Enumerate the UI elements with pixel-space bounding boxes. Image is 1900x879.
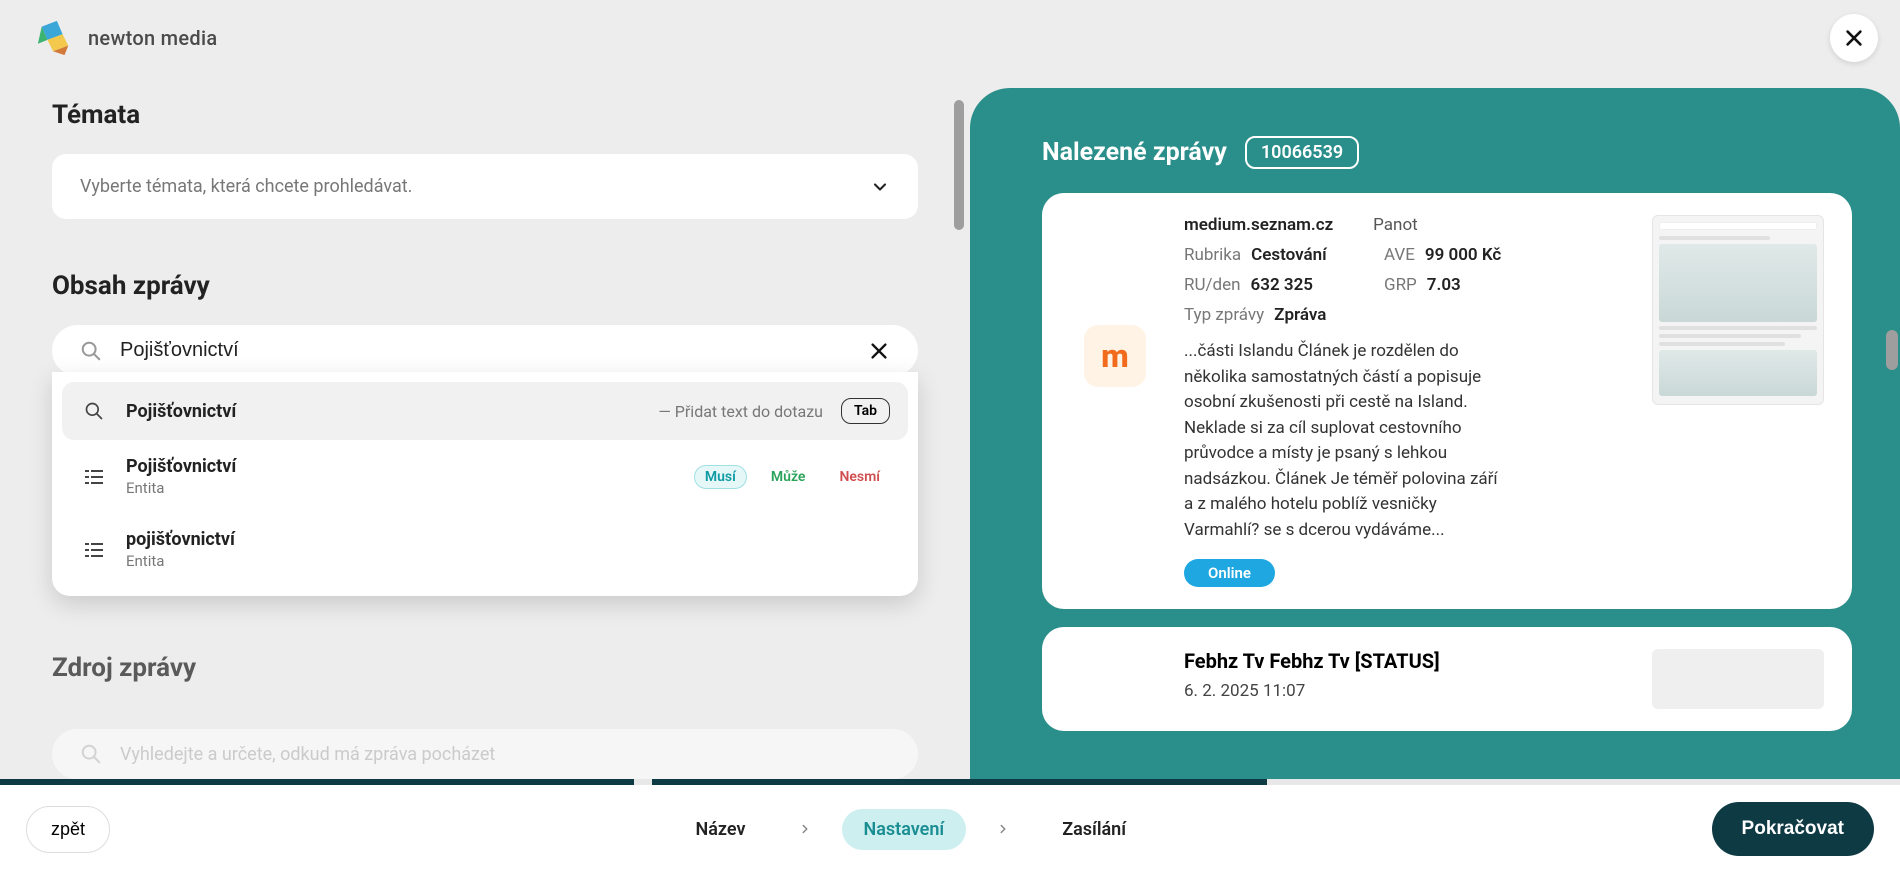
search-icon — [80, 340, 102, 362]
clear-icon[interactable] — [868, 340, 890, 362]
meta-value: 632 325 — [1251, 275, 1314, 295]
dropdown-query-row[interactable]: Pojišťovnictví — Přidat text do dotazu T… — [62, 382, 908, 440]
dropdown-query-title: Pojišťovnictví — [126, 401, 640, 422]
topics-select[interactable]: Vyberte témata, která chcete prohledávat… — [52, 154, 918, 219]
result-source: medium.seznam.cz — [1184, 215, 1333, 235]
result-thumbnail — [1652, 215, 1824, 405]
meta-value: Cestování — [1251, 245, 1327, 265]
source-search[interactable]: Vyhledejte a určete, odkud má zpráva poc… — [52, 729, 918, 779]
brand: newton media — [36, 19, 217, 57]
results-count: 10066539 — [1245, 136, 1359, 169]
topics-placeholder: Vyberte témata, která chcete prohledávat… — [80, 176, 412, 197]
step-settings[interactable]: Nastavení — [842, 809, 967, 850]
source-badge-icon: m — [1084, 325, 1146, 387]
brand-logo-icon — [36, 19, 74, 57]
results-header: Nalezené zprávy 10066539 — [1042, 136, 1852, 169]
result-source-logo: m — [1070, 215, 1160, 587]
entity-tags: Musí Může Nesmí — [694, 465, 890, 489]
result-body: Febhz Tv Febhz Tv [STATUS] 6. 2. 2025 11… — [1184, 649, 1628, 709]
dropdown-entity-row[interactable]: Pojišťovnictví Entita Musí Může Nesmí — [62, 440, 908, 513]
result-thumbnail — [1652, 649, 1824, 709]
right-scrollbar[interactable] — [1886, 330, 1898, 370]
search-dropdown: Pojišťovnictví — Přidat text do dotazu T… — [52, 372, 918, 596]
result-card[interactable]: m medium.seznam.cz Panot Rubrika Cestován… — [1042, 193, 1852, 609]
chevron-down-icon — [870, 177, 890, 197]
tag-musi[interactable]: Musí — [694, 465, 747, 489]
wizard-steps: Název Nastavení Zasílání — [110, 809, 1712, 850]
close-button[interactable] — [1830, 14, 1878, 62]
meta-value: 7.03 — [1427, 275, 1461, 295]
content-search-wrap: Pojišťovnictví — Přidat text do dotazu T… — [52, 325, 918, 596]
dropdown-query-hint: — Přidat text do dotazu — [658, 402, 823, 421]
result-date: 6. 2. 2025 11:07 — [1184, 681, 1628, 701]
tag-nesmi[interactable]: Nesmí — [829, 466, 890, 488]
meta-label: RU/den — [1184, 275, 1241, 295]
content-title: Obsah zprávy — [52, 271, 918, 301]
entity-title: Pojišťovnictví — [126, 456, 664, 477]
topics-title: Témata — [52, 100, 918, 130]
result-panel: Panot — [1373, 215, 1418, 235]
source-title: Zdroj zprávy — [52, 653, 196, 683]
continue-button[interactable]: Pokračovat — [1712, 802, 1874, 856]
brand-name: newton media — [88, 26, 217, 50]
entity-sub: Entita — [126, 479, 664, 497]
entity-icon — [80, 465, 108, 489]
meta-label: AVE — [1384, 245, 1415, 265]
entity-icon — [80, 538, 108, 562]
result-body: medium.seznam.cz Panot Rubrika Cestování … — [1184, 215, 1628, 587]
back-button[interactable]: zpět — [26, 806, 110, 853]
source-placeholder: Vyhledejte a určete, odkud má zpráva poc… — [120, 744, 495, 765]
left-pane: Témata Vyberte témata, která chcete proh… — [0, 100, 970, 779]
meta-label: Rubrika — [1184, 245, 1241, 265]
step-sending[interactable]: Zasílání — [1040, 809, 1148, 850]
left-scrollbar[interactable] — [954, 100, 964, 230]
tab-key-badge: Tab — [841, 398, 890, 424]
entity-sub: Entita — [126, 552, 890, 570]
dropdown-entity-row[interactable]: pojišťovnictví Entita — [62, 513, 908, 586]
result-card[interactable]: Febhz Tv Febhz Tv [STATUS] 6. 2. 2025 11… — [1042, 627, 1852, 731]
chevron-right-icon — [996, 822, 1010, 836]
step-name[interactable]: Název — [674, 809, 768, 850]
entity-title: pojišťovnictví — [126, 529, 890, 550]
progress-bar — [0, 779, 1900, 785]
meta-label: Typ zprávy — [1184, 305, 1264, 325]
result-title: Febhz Tv Febhz Tv [STATUS] — [1184, 649, 1628, 673]
search-icon — [80, 401, 108, 421]
results-panel: Nalezené zprávy 10066539 m medium.seznam… — [970, 88, 1900, 779]
online-badge: Online — [1184, 559, 1275, 587]
meta-value: Zpráva — [1274, 305, 1326, 325]
meta-value: 99 000 Kč — [1425, 245, 1501, 265]
meta-label: GRP — [1384, 275, 1417, 295]
content-search-input[interactable] — [120, 339, 850, 362]
results-title: Nalezené zprávy — [1042, 138, 1227, 167]
result-meta: Rubrika Cestování AVE 99 000 Kč RU/den 632 … — [1184, 245, 1628, 325]
main-content: Témata Vyberte témata, která chcete proh… — [0, 100, 1900, 779]
app-header: newton media — [0, 0, 1900, 76]
footer: zpět Název Nastavení Zasílání Pokračovat — [0, 779, 1900, 879]
source-badge-letter: m — [1101, 337, 1129, 375]
tag-muze[interactable]: Může — [761, 466, 816, 488]
result-snippet: ...části Islandu Článek je rozdělen do n… — [1184, 339, 1504, 543]
result-source-logo — [1070, 649, 1160, 709]
right-panel: Nalezené zprávy 10066539 m medium.seznam… — [970, 100, 1900, 779]
content-search[interactable] — [52, 325, 918, 376]
search-icon — [80, 743, 102, 765]
close-icon — [1843, 27, 1865, 49]
chevron-right-icon — [798, 822, 812, 836]
